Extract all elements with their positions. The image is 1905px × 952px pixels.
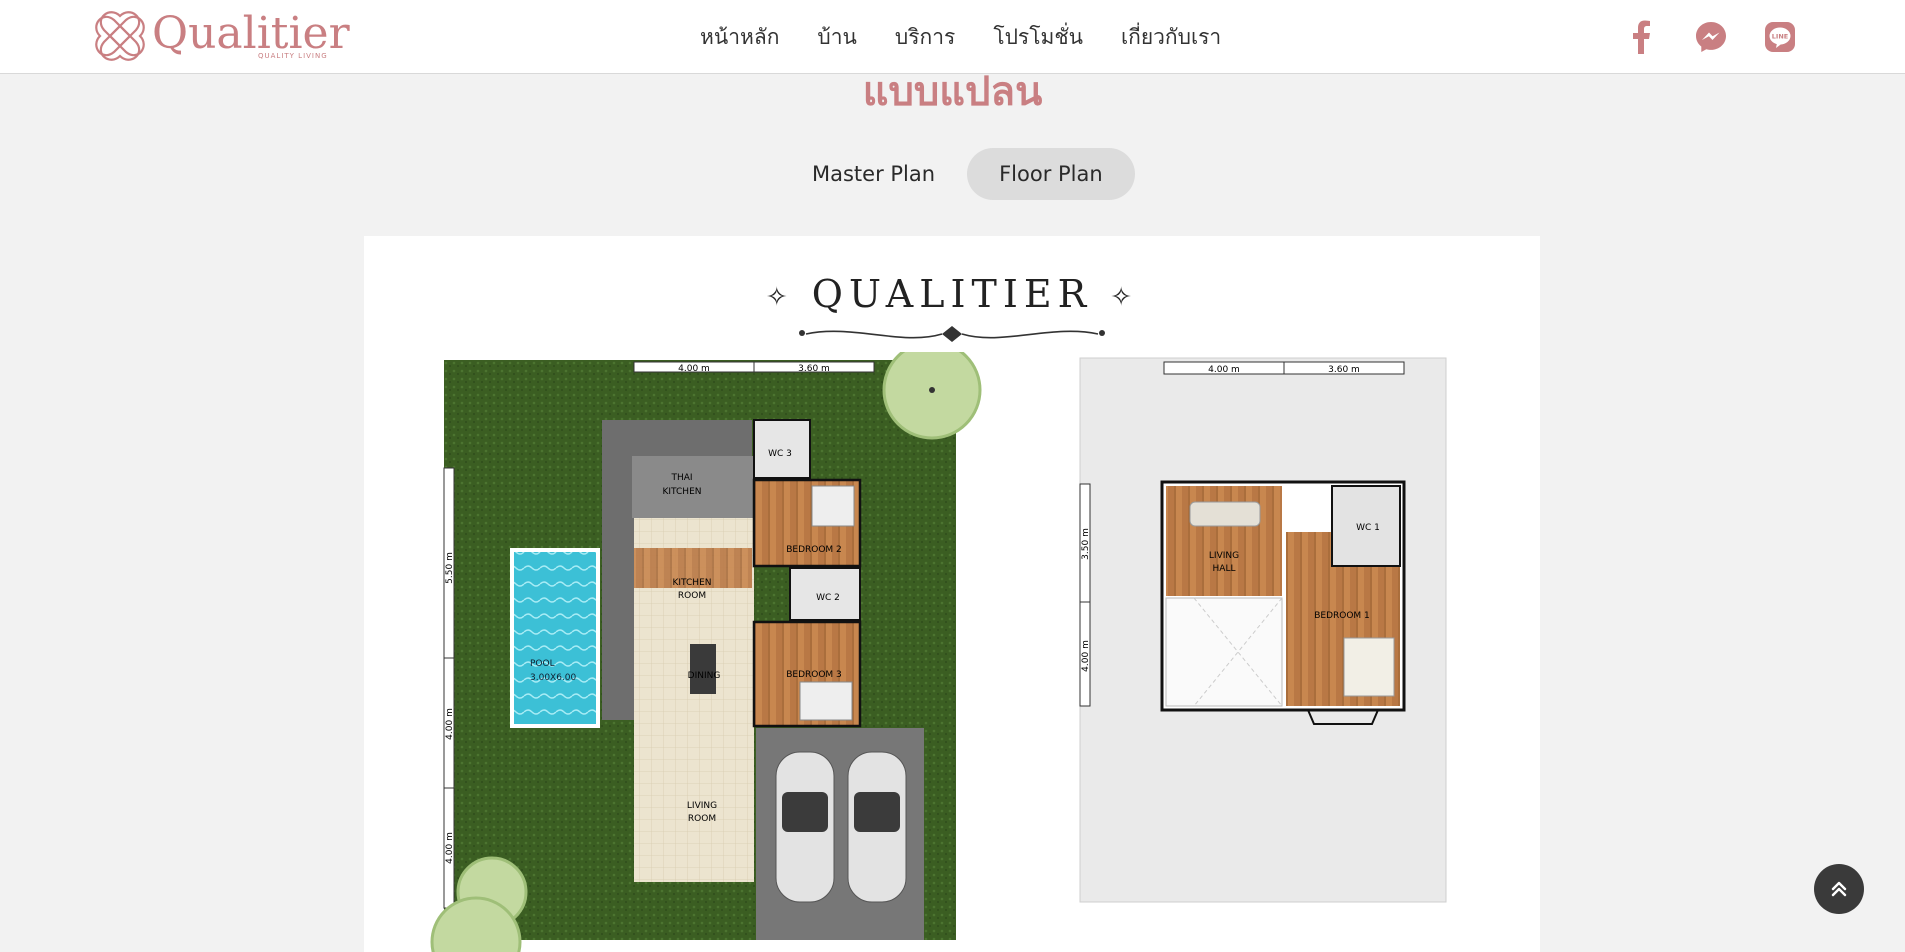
floor-plan-image: 4.00 m 3.60 m 5.50 m 4.00 m 4.00 m POOL …	[430, 352, 1447, 952]
ornament-left-icon: ✧	[765, 282, 794, 313]
wc3-label: WC 3	[768, 449, 792, 459]
ground-floor-plan: 4.00 m 3.60 m 5.50 m 4.00 m 4.00 m POOL …	[430, 352, 982, 952]
logo[interactable]: Qualitier QUALITY LIVING	[92, 8, 350, 64]
wc1-label: WC 1	[1356, 523, 1380, 533]
nav-item-services[interactable]: บริการ	[895, 22, 955, 52]
living-room-label-1: LIVING	[687, 801, 717, 811]
logo-mark-icon	[95, 11, 145, 61]
messenger-icon	[1696, 22, 1726, 52]
thai-kitchen-label-1: THAI	[670, 473, 692, 483]
uf-dim-top-2: 3.60 m	[1328, 365, 1360, 375]
gf-dim-top-2: 3.60 m	[798, 364, 830, 374]
bedroom3-label: BEDROOM 3	[786, 670, 842, 680]
nav-item-houses[interactable]: บ้าน	[817, 22, 856, 52]
facebook-link[interactable]	[1623, 19, 1659, 55]
line-link[interactable]: LINE	[1762, 19, 1798, 55]
living-hall-label-2: HALL	[1213, 564, 1236, 574]
uf-dim-left-1: 3.50 m	[1081, 528, 1091, 560]
plan-brand-title: ✧ QUALITIER ✧	[364, 272, 1540, 316]
line-icon-label: LINE	[1772, 33, 1788, 41]
nav-item-about[interactable]: เกี่ยวกับเรา	[1121, 22, 1221, 52]
plan-tabs: Master Plan Floor Plan	[780, 148, 1135, 200]
nav-item-home[interactable]: หน้าหลัก	[700, 22, 779, 52]
nav-item-promotions[interactable]: โปรโมชั่น	[993, 22, 1083, 52]
pool-label-1: POOL	[530, 659, 555, 669]
main-nav: หน้าหลัก บ้าน บริการ โปรโมชั่น เกี่ยวกับ…	[700, 22, 1259, 52]
uf-dim-left-2: 4.00 m	[1081, 640, 1091, 672]
tab-floor-plan[interactable]: Floor Plan	[967, 148, 1135, 200]
plan-brand-text: QUALITIER	[811, 272, 1093, 316]
gf-dim-left-2: 4.00 m	[445, 708, 455, 740]
floor-plan-card: ✧ QUALITIER ✧ 4.00 m 3.60 m 5.50 m 4.00 …	[364, 236, 1540, 952]
bedroom1-label: BEDROOM 1	[1314, 611, 1370, 621]
kitchen-label-1: KITCHEN	[673, 578, 712, 588]
dining-label: DINING	[688, 671, 721, 681]
messenger-link[interactable]	[1693, 19, 1729, 55]
wc2-label: WC 2	[816, 593, 840, 603]
tab-master-plan[interactable]: Master Plan	[780, 148, 967, 200]
kitchen-label-2: ROOM	[678, 591, 706, 601]
uf-dim-top-1: 4.00 m	[1208, 365, 1240, 375]
living-hall-label-1: LIVING	[1209, 551, 1239, 561]
pool-label-2: 3.00X6.00	[530, 673, 577, 683]
line-icon: LINE	[1765, 22, 1795, 52]
ornament-right-icon: ✧	[1110, 282, 1139, 313]
logo-tagline: QUALITY LIVING	[258, 52, 328, 60]
logo-text: Qualitier	[152, 8, 350, 59]
scroll-to-top-button[interactable]	[1814, 864, 1864, 914]
gf-dim-left-1: 5.50 m	[445, 552, 455, 584]
living-room-label-2: ROOM	[688, 814, 716, 824]
facebook-icon	[1633, 20, 1650, 54]
chevrons-up-icon	[1831, 881, 1847, 897]
gf-dim-left-3: 4.00 m	[445, 832, 455, 864]
site-header: Qualitier QUALITY LIVING หน้าหลัก บ้าน บ…	[0, 0, 1905, 74]
flourish-divider-icon	[799, 326, 1105, 342]
bedroom2-label: BEDROOM 2	[786, 545, 842, 555]
thai-kitchen-label-2: KITCHEN	[663, 487, 702, 497]
gf-dim-top-1: 4.00 m	[678, 364, 710, 374]
upper-floor-plan: 4.00 m 3.60 m 3.50 m 4.00 m LIVING HALL …	[1079, 357, 1447, 903]
